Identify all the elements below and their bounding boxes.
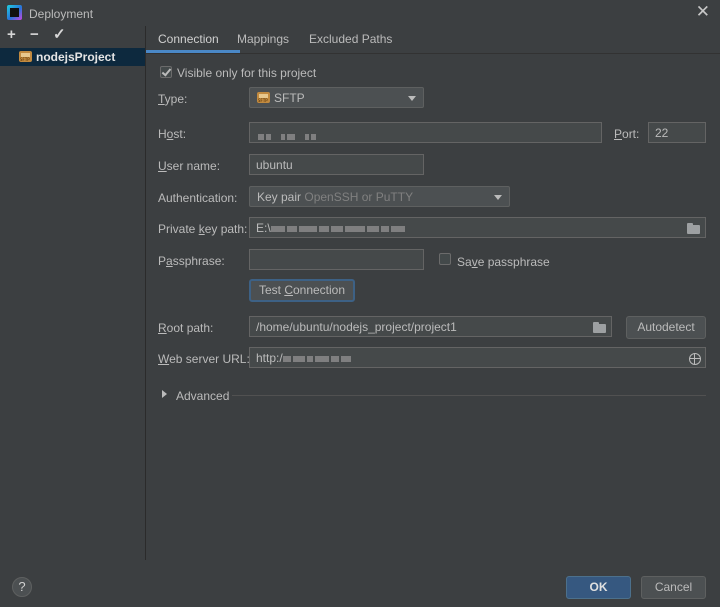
folder-icon[interactable] — [593, 322, 606, 333]
chevron-down-icon — [494, 195, 502, 200]
remove-server-icon[interactable]: − — [30, 26, 39, 44]
visible-only-label: Visible only for this project — [177, 66, 317, 80]
expand-arrow-icon[interactable] — [162, 390, 167, 398]
root-path-field[interactable]: /home/ubuntu/nodejs_project/project1 — [249, 316, 612, 337]
web-server-url-field[interactable]: http:/ — [249, 347, 706, 368]
port-label: Port: — [614, 127, 640, 141]
root-path-label: Root path: — [158, 321, 214, 335]
add-server-icon[interactable]: + — [7, 26, 16, 44]
private-key-path-value: E:\ — [256, 221, 407, 235]
tree-item-label: nodejsProject — [36, 50, 116, 64]
host-redacted-value — [258, 129, 318, 143]
test-connection-label: Test Connection — [258, 283, 346, 297]
tab-separator — [146, 53, 720, 54]
tree-item-nodejsproject[interactable]: nodejsProject — [0, 48, 145, 66]
authentication-label: Authentication: — [158, 191, 238, 205]
title-bar: Deployment ✕ — [0, 0, 720, 26]
advanced-section-label[interactable]: Advanced — [176, 389, 229, 403]
sftp-icon — [257, 92, 270, 103]
web-server-url-label: Web server URL: — [158, 352, 250, 366]
authentication-value: Key pair OpenSSH or PuTTY — [257, 190, 414, 204]
close-icon[interactable]: ✕ — [696, 3, 710, 21]
tab-mappings[interactable]: Mappings — [237, 32, 289, 46]
window-title: Deployment — [29, 7, 94, 21]
sftp-icon — [19, 51, 32, 62]
server-list-panel: + − ✓ nodejsProject — [0, 26, 146, 560]
autodetect-button[interactable]: Autodetect — [626, 316, 706, 339]
private-key-path-label: Private key path: — [158, 222, 248, 236]
type-label: Type: — [158, 92, 188, 106]
tab-connection[interactable]: Connection — [158, 32, 219, 46]
tab-excluded-paths[interactable]: Excluded Paths — [309, 32, 392, 46]
folder-icon[interactable] — [687, 223, 700, 234]
globe-icon[interactable] — [689, 353, 701, 365]
cancel-button[interactable]: Cancel — [641, 576, 706, 599]
test-connection-button[interactable]: Test Connection — [249, 279, 355, 302]
host-field[interactable] — [249, 122, 602, 143]
ok-button[interactable]: OK — [566, 576, 631, 599]
host-label: Host: — [158, 127, 187, 141]
chevron-down-icon — [408, 96, 416, 101]
app-logo-icon — [7, 5, 22, 20]
save-passphrase-label: Save passphrase — [457, 255, 550, 269]
passphrase-label: Passphrase: — [158, 254, 225, 268]
user-name-label: User name: — [158, 159, 221, 173]
server-list-toolbar: + − ✓ — [0, 26, 145, 46]
port-value: 22 — [655, 126, 669, 140]
save-passphrase-checkbox[interactable] — [439, 253, 451, 265]
type-value: SFTP — [274, 91, 305, 105]
type-select[interactable]: SFTP — [249, 87, 424, 108]
private-key-path-field[interactable]: E:\ — [249, 217, 706, 238]
authentication-select[interactable]: Key pair OpenSSH or PuTTY — [249, 186, 510, 207]
user-name-field[interactable]: ubuntu — [249, 154, 424, 175]
root-path-value: /home/ubuntu/nodejs_project/project1 — [256, 320, 457, 334]
apply-check-icon[interactable]: ✓ — [53, 26, 66, 44]
help-button[interactable]: ? — [12, 577, 32, 597]
visible-only-checkbox[interactable] — [160, 66, 172, 78]
user-name-value: ubuntu — [256, 158, 293, 172]
port-field[interactable]: 22 — [648, 122, 706, 143]
passphrase-field[interactable] — [249, 249, 424, 270]
advanced-separator — [232, 395, 706, 396]
tab-bar: Connection Mappings Excluded Paths — [146, 26, 720, 53]
web-server-url-value: http:/ — [256, 351, 353, 365]
